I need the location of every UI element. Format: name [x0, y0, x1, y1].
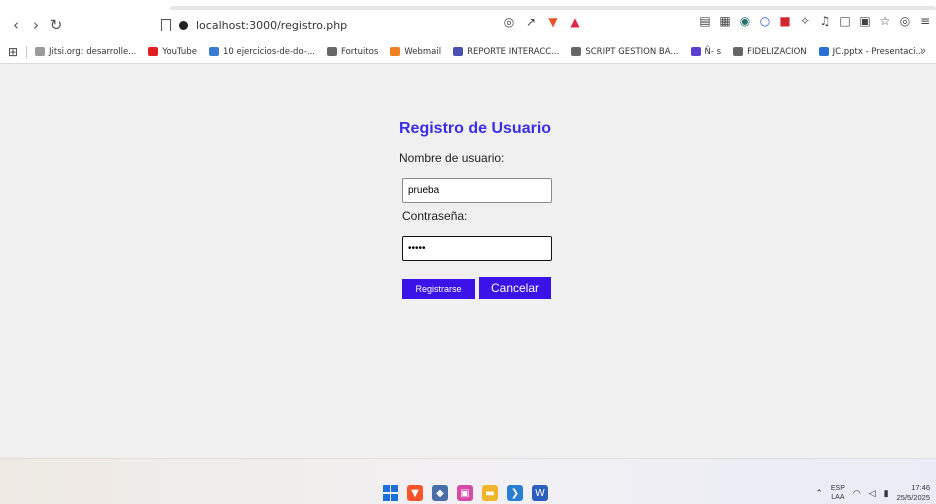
language-layout: LAA	[831, 494, 845, 501]
brave-browser-icon[interactable]: ▼	[407, 485, 423, 501]
bookmarks-list: Jitsi.org: desarrolle... YouTube 10 ejerci…	[35, 47, 936, 57]
bookmark-label: Webmail	[404, 46, 442, 57]
bookmark-item[interactable]: SCRIPT GESTION BA...	[571, 46, 679, 57]
clock-date: 25/5/2025	[896, 493, 930, 502]
bookmark-item[interactable]: Jitsi.org: desarrolle...	[35, 47, 136, 57]
bookmark-item[interactable]: YouTube	[148, 47, 197, 57]
bookmark-favicon-icon	[453, 47, 464, 56]
bookmark-label: Jitsi.org: desarrolle...	[49, 46, 137, 57]
reload-icon[interactable]: ↻	[46, 15, 66, 35]
wifi-icon[interactable]: ◠	[853, 488, 861, 499]
menu-icon[interactable]: ≡	[918, 14, 932, 28]
star-icon[interactable]: ☆	[878, 14, 892, 28]
bookmark-item[interactable]: JC.pptx - Presentaci...	[818, 46, 924, 57]
bookmark-favicon-icon	[208, 47, 219, 56]
word-icon[interactable]: W	[532, 485, 548, 501]
bookmark-favicon-icon	[35, 47, 45, 56]
bookmark-label: JC.pptx - Presentaci...	[832, 46, 924, 57]
password-input[interactable]	[402, 236, 552, 261]
share-icon[interactable]: ↗	[524, 15, 538, 29]
bookmark-item[interactable]: FIDELIZACION	[733, 47, 807, 57]
cancel-button[interactable]: Cancelar	[479, 277, 551, 299]
bookmark-item[interactable]: Webmail	[390, 47, 441, 57]
bookmark-item[interactable]: 10 ejercicios-de-do-...	[208, 46, 315, 57]
username-input[interactable]	[402, 178, 552, 203]
bookmark-favicon-icon	[818, 47, 829, 56]
bookmark-page-icon[interactable]	[161, 19, 171, 31]
bookmark-label: FIDELIZACION	[747, 46, 807, 57]
bookmark-item[interactable]: Ñ- s	[690, 46, 722, 57]
more-bookmarks-button[interactable]: »	[920, 45, 926, 57]
extensions-toolbar: ▤ ▦ ◉ ○ ■ ✧ ♫ □ ▣ ☆ ◎ ≡	[698, 14, 932, 28]
brave-rewards-icon[interactable]: ▲	[568, 15, 582, 29]
language-indicator[interactable]: ESP LAA	[831, 484, 845, 502]
bookmark-label: REPORTE INTERACC...	[467, 46, 560, 57]
file-explorer-icon[interactable]: ▬	[482, 485, 498, 501]
app-icon[interactable]: ◆	[432, 485, 448, 501]
bookmark-favicon-icon	[326, 47, 337, 56]
battery-icon[interactable]: ▮	[884, 488, 889, 499]
bookmark-label: Fortuitos	[340, 46, 379, 57]
qr-icon[interactable]: ▦	[718, 14, 732, 28]
window-icon[interactable]: □	[838, 14, 852, 28]
site-info-icon[interactable]	[179, 20, 188, 30]
form-actions: Registrarse Cancelar	[402, 277, 569, 299]
clock[interactable]: 17:46 25/5/2025	[897, 483, 930, 503]
register-button[interactable]: Registrarse	[402, 279, 475, 299]
sidebar-icon[interactable]: ▤	[698, 14, 712, 28]
system-tray: ⌃ ESP LAA ◠ ◁ ▮ 17:46 25/5/2025	[815, 483, 930, 503]
bookmark-favicon-icon	[690, 47, 701, 56]
puzzle-icon[interactable]: ✧	[798, 14, 812, 28]
bookmark-favicon-icon	[733, 47, 744, 56]
taskbar: ▼ ◆ ▣ ▬ ❯ W ⌃ ESP LAA ◠ ◁ ▮ 17:46 25/5/2…	[0, 458, 936, 504]
address-actions: ◎ ↗ ▼ ▲	[502, 15, 582, 29]
clock-time: 17:46	[911, 483, 930, 492]
address-bar-row: ‹ › ↻ localhost:3000/registro.php ◎ ↗ ▼ …	[0, 10, 936, 40]
bookmark-label: Ñ- s	[704, 46, 722, 57]
store-icon[interactable]: ▣	[457, 485, 473, 501]
page-title: Registro de Usuario	[399, 120, 552, 137]
page-content: Registro de Usuario Nombre de usuario: C…	[0, 65, 936, 458]
bookmark-favicon-icon	[148, 47, 159, 56]
bookmark-favicon-icon	[390, 47, 401, 56]
back-icon[interactable]: ‹	[6, 15, 26, 35]
ring-extension-icon[interactable]: ○	[758, 14, 772, 28]
brave-shield-icon[interactable]: ▼	[546, 15, 560, 29]
reader-mode-icon[interactable]: ◎	[502, 15, 516, 29]
apps-grid-icon[interactable]: ⊞	[6, 45, 20, 59]
extension-icon[interactable]: ◉	[738, 14, 752, 28]
username-label: Nombre de usuario:	[399, 151, 505, 165]
bookmarks-bar: ⊞ Jitsi.org: desarrolle... YouTube 10 ejer…	[0, 40, 936, 64]
bookmark-label: YouTube	[162, 46, 197, 57]
registration-form: Registro de Usuario Nombre de usuario: C…	[399, 118, 569, 299]
bookmark-item[interactable]: Fortuitos	[326, 46, 379, 57]
vpn-icon[interactable]: ◎	[898, 14, 912, 28]
tab-icon[interactable]: ▣	[858, 14, 872, 28]
volume-icon[interactable]: ◁	[869, 488, 876, 499]
bookmarks-separator	[26, 45, 27, 58]
bookmark-item[interactable]: REPORTE INTERACC...	[453, 47, 559, 57]
forward-icon[interactable]: ›	[26, 15, 46, 35]
taskbar-apps: ▼ ◆ ▣ ▬ ❯ W	[382, 485, 548, 501]
bookmark-label: SCRIPT GESTION BA...	[585, 46, 679, 57]
language-code: ESP	[830, 485, 845, 492]
bookmark-label: 10 ejercicios-de-do-...	[222, 46, 315, 57]
windows-start-icon[interactable]	[382, 485, 398, 501]
url-text[interactable]: localhost:3000/registro.php	[196, 19, 347, 32]
chevron-up-icon[interactable]: ⌃	[815, 488, 823, 499]
vscode-icon[interactable]: ❯	[507, 485, 523, 501]
music-icon[interactable]: ♫	[818, 14, 832, 28]
password-label: Contraseña:	[402, 209, 468, 223]
red-extension-icon[interactable]: ■	[778, 14, 792, 28]
tab-strip	[0, 0, 936, 10]
bookmark-favicon-icon	[571, 47, 582, 56]
